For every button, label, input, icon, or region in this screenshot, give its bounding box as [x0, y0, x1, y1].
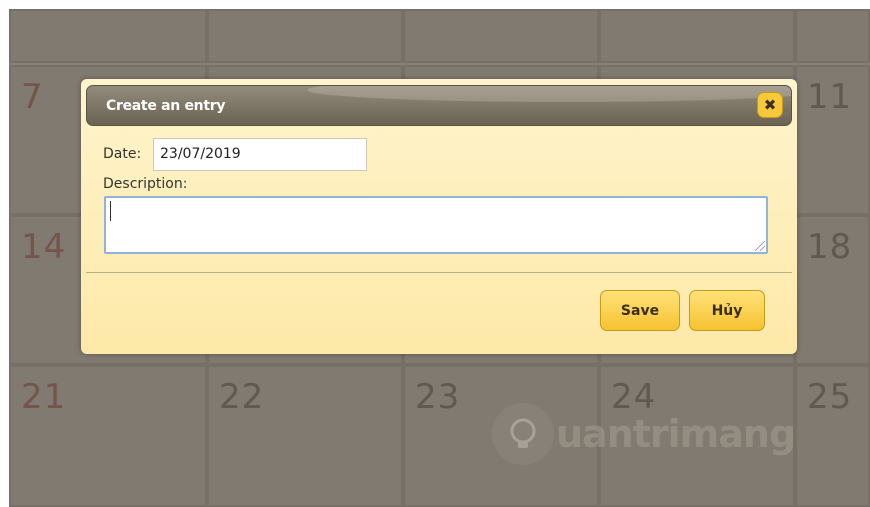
watermark-text: uantrimang: [556, 412, 796, 456]
close-x-icon: ✖: [763, 96, 777, 114]
resize-grip-icon[interactable]: [755, 241, 765, 251]
create-entry-dialog: Create an entry ✖ Date: 23/07/2019 Descr…: [81, 79, 797, 354]
description-label: Description:: [103, 176, 188, 192]
divider: [86, 272, 792, 273]
dialog-title: Create an entry: [106, 98, 226, 114]
date-field[interactable]: 23/07/2019: [153, 138, 367, 171]
cancel-button[interactable]: Hủy: [689, 290, 765, 331]
watermark: uantrimang: [492, 403, 796, 465]
close-button[interactable]: ✖: [757, 92, 783, 118]
date-label: Date:: [103, 146, 142, 162]
description-textarea[interactable]: [104, 196, 768, 254]
save-button[interactable]: Save: [600, 290, 680, 331]
text-caret: [110, 201, 111, 221]
lightbulb-icon: [492, 403, 554, 465]
dialog-titlebar[interactable]: Create an entry: [86, 85, 792, 126]
